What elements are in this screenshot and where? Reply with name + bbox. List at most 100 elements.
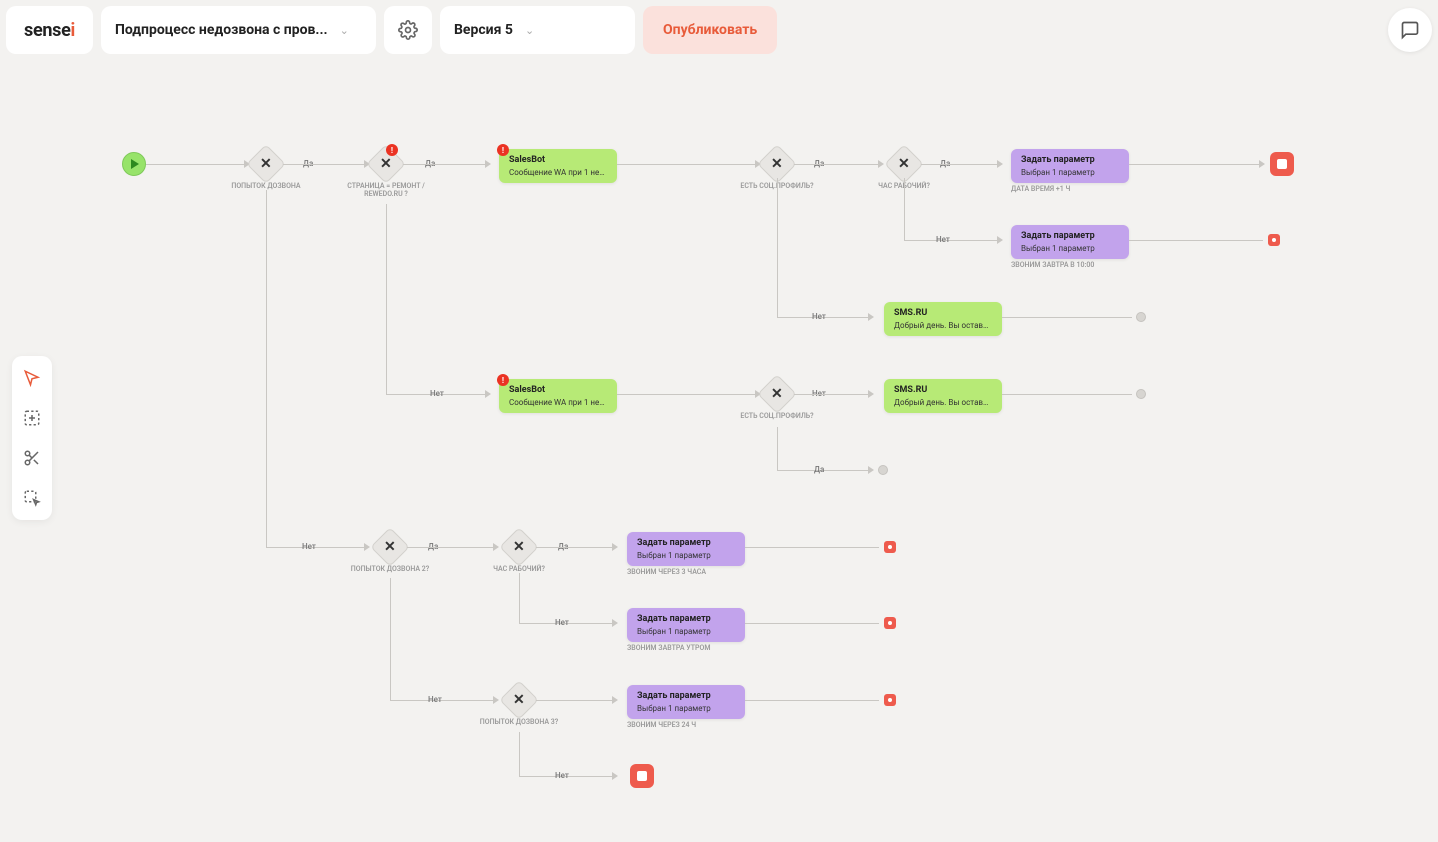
- arrow-icon: [868, 466, 874, 474]
- condition-node[interactable]: ✕: [499, 527, 539, 567]
- action-caption: ЗВОНИМ ЧЕРЕЗ 24 Ч: [627, 721, 696, 729]
- connector: [777, 427, 778, 470]
- x-icon: ✕: [384, 539, 396, 555]
- edge-label-yes: Да: [814, 465, 824, 474]
- stop-node[interactable]: [1270, 152, 1294, 176]
- action-subtitle: Выбран 1 параметр: [1021, 168, 1119, 177]
- arrow-icon: [878, 160, 884, 168]
- connector: [519, 573, 520, 623]
- arrow-icon: [493, 543, 499, 551]
- stop-node-small[interactable]: [1268, 234, 1280, 246]
- edge-label-no: Нет: [430, 389, 444, 398]
- connector: [904, 178, 905, 240]
- start-node[interactable]: [122, 152, 146, 176]
- x-icon: ✕: [898, 156, 910, 172]
- connector: [921, 164, 1001, 165]
- condition-label: ПОПЫТОК ДОЗВОНА 2?: [350, 565, 430, 573]
- connector: [745, 700, 879, 701]
- action-node-param[interactable]: Задать параметр Выбран 1 параметр: [1011, 225, 1129, 259]
- alert-badge: !: [497, 374, 509, 386]
- condition-label: ПОПЫТОК ДОЗВОНА 3?: [479, 718, 559, 726]
- condition-node[interactable]: ✕: [370, 527, 410, 567]
- action-caption: ЗВОНИМ ЗАВТРА В 10:00: [1011, 261, 1094, 269]
- stop-node-small[interactable]: [884, 694, 896, 706]
- connector: [617, 164, 759, 165]
- stop-node-small[interactable]: [884, 541, 896, 553]
- action-title: SMS.RU: [894, 385, 992, 396]
- arrow-icon: [485, 390, 491, 398]
- stop-node[interactable]: [630, 764, 654, 788]
- connector: [283, 164, 368, 165]
- x-icon: ✕: [771, 156, 783, 172]
- connector: [1002, 394, 1132, 395]
- action-subtitle: Сообщение WA при 1 нед...: [509, 168, 607, 177]
- arrow-icon: [612, 772, 618, 780]
- condition-node[interactable]: ✕: [499, 680, 539, 720]
- action-node-sms[interactable]: SMS.RU Добрый день. Вы остави...: [884, 379, 1002, 413]
- arrow-icon: [612, 696, 618, 704]
- connector: [1129, 240, 1263, 241]
- connector: [794, 394, 872, 395]
- condition-node[interactable]: ✕: [757, 374, 797, 414]
- action-node-salesbot[interactable]: SalesBot Сообщение WA при 1 нед...: [499, 379, 617, 413]
- connector: [146, 164, 248, 165]
- x-icon: ✕: [380, 156, 392, 172]
- arrow-icon: [997, 160, 1003, 168]
- arrow-icon: [868, 313, 874, 321]
- action-title: Задать параметр: [1021, 155, 1119, 166]
- connector: [904, 240, 1001, 241]
- connector: [390, 700, 497, 701]
- connector: [390, 578, 391, 700]
- connector: [1002, 317, 1132, 318]
- action-title: Задать параметр: [1021, 231, 1119, 242]
- action-node-param[interactable]: Задать параметр Выбран 1 параметр: [627, 532, 745, 566]
- connector: [536, 700, 616, 701]
- action-node-param[interactable]: Задать параметр Выбран 1 параметр: [627, 685, 745, 719]
- connector: [266, 547, 368, 548]
- action-subtitle: Выбран 1 параметр: [1021, 244, 1119, 253]
- x-icon: ✕: [260, 156, 272, 172]
- edge-label-no: Нет: [555, 618, 569, 627]
- action-subtitle: Выбран 1 параметр: [637, 551, 735, 560]
- condition-node[interactable]: ✕: [246, 144, 286, 184]
- connector: [777, 178, 778, 317]
- end-dot: [878, 465, 888, 475]
- end-dot: [1136, 389, 1146, 399]
- connector: [536, 547, 616, 548]
- connector: [745, 623, 879, 624]
- connector: [519, 732, 520, 776]
- end-dot: [1136, 312, 1146, 322]
- arrow-icon: [612, 619, 618, 627]
- action-node-param[interactable]: Задать параметр Выбран 1 параметр: [627, 608, 745, 642]
- flow-canvas[interactable]: ✕ ПОПЫТОК ДОЗВОНА Да ✕ ! СТРАНИЦА = РЕМО…: [0, 0, 1438, 842]
- stop-node-small[interactable]: [884, 617, 896, 629]
- connector: [794, 164, 882, 165]
- x-icon: ✕: [513, 539, 525, 555]
- connector: [617, 394, 759, 395]
- action-title: SalesBot: [509, 155, 607, 166]
- edge-label-no: Нет: [936, 235, 950, 244]
- connector: [407, 547, 497, 548]
- action-subtitle: Добрый день. Вы остави...: [894, 398, 992, 407]
- action-subtitle: Выбран 1 параметр: [637, 627, 735, 636]
- action-title: Задать параметр: [637, 691, 735, 702]
- action-title: Задать параметр: [637, 538, 735, 549]
- connector: [777, 470, 872, 471]
- action-node-salesbot[interactable]: SalesBot Сообщение WA при 1 нед...: [499, 149, 617, 183]
- arrow-icon: [997, 236, 1003, 244]
- action-title: SalesBot: [509, 385, 607, 396]
- action-caption: ДАТА ВРЕМЯ +1 Ч: [1011, 185, 1070, 193]
- edge-label-no: Нет: [812, 312, 826, 321]
- connector: [386, 204, 387, 394]
- edge-label-no: Нет: [428, 695, 442, 704]
- action-node-sms[interactable]: SMS.RU Добрый день. Вы остави...: [884, 302, 1002, 336]
- connector: [403, 164, 489, 165]
- connector: [266, 190, 267, 547]
- arrow-icon: [364, 543, 370, 551]
- action-node-param[interactable]: Задать параметр Выбран 1 параметр: [1011, 149, 1129, 183]
- alert-badge: !: [497, 144, 509, 156]
- condition-label: СТРАНИЦА = РЕМОНТ / REWEDO.RU ?: [346, 182, 426, 199]
- arrow-icon: [485, 160, 491, 168]
- arrow-icon: [493, 696, 499, 704]
- connector: [745, 547, 879, 548]
